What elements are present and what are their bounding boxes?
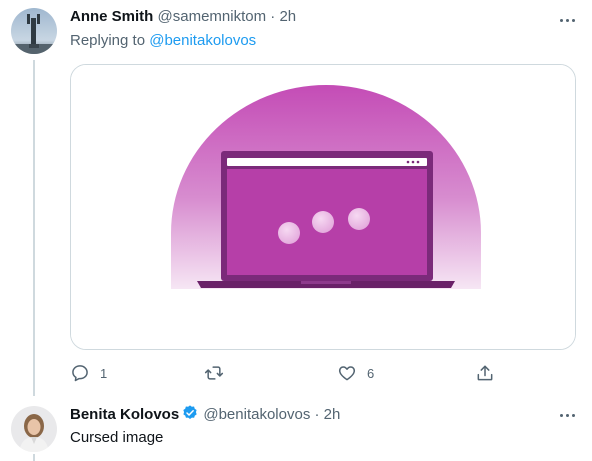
retweet-button[interactable] bbox=[204, 360, 234, 386]
loading-dot-icon bbox=[348, 208, 370, 230]
tweet1-more-options-button[interactable] bbox=[556, 9, 578, 31]
window-title-bar bbox=[227, 158, 427, 166]
tweet1-timestamp[interactable]: 2h bbox=[279, 8, 296, 25]
tweet2-more-options-button[interactable] bbox=[556, 404, 578, 426]
more-dot-icon bbox=[559, 413, 563, 417]
share-icon bbox=[477, 365, 493, 381]
verified-badge-icon bbox=[183, 405, 197, 419]
reply-icon bbox=[72, 365, 88, 382]
tweet2-text: Cursed image bbox=[70, 429, 164, 446]
share-button[interactable] bbox=[475, 360, 495, 386]
tweet1-action-bar: 1 6 bbox=[62, 360, 502, 386]
tweet2-timestamp[interactable]: 2h bbox=[324, 406, 341, 423]
more-dot-icon bbox=[565, 413, 569, 417]
tweet2-author-name[interactable]: Benita Kolovos bbox=[70, 406, 179, 423]
reply-button[interactable]: 1 bbox=[70, 360, 107, 386]
retweet-icon bbox=[204, 366, 224, 380]
loading-dot-icon bbox=[312, 211, 334, 233]
laptop-loading-illustration bbox=[71, 65, 575, 349]
tweet1-separator: · bbox=[270, 8, 276, 25]
tweet2-header: Benita Kolovos @benitakolovos · 2h bbox=[70, 404, 340, 425]
more-dot-icon bbox=[571, 18, 575, 22]
tweet2-separator: · bbox=[314, 406, 320, 423]
like-count: 6 bbox=[367, 365, 375, 381]
laptop-hinge bbox=[301, 281, 351, 284]
like-button[interactable]: 6 bbox=[337, 360, 374, 386]
more-dot-icon bbox=[571, 413, 575, 417]
window-control-dot-icon bbox=[416, 160, 420, 164]
tweet1-author-name[interactable]: Anne Smith bbox=[70, 8, 153, 25]
replying-to-prefix: Replying to bbox=[70, 32, 150, 49]
window-control-dot-icon bbox=[411, 160, 415, 164]
tweet1-author-handle[interactable]: @samemniktom bbox=[158, 8, 267, 25]
heart-icon bbox=[338, 366, 356, 381]
window-control-dot-icon bbox=[406, 160, 410, 164]
more-dot-icon bbox=[565, 18, 569, 22]
tweet1-replying-to: Replying to @benitakolovos bbox=[70, 31, 256, 51]
reply-count: 1 bbox=[100, 365, 108, 381]
thread-connector-line-bottom bbox=[33, 454, 35, 461]
thread-connector-line bbox=[33, 60, 35, 396]
loading-dot-icon bbox=[278, 222, 300, 244]
tweet1-media-card[interactable] bbox=[70, 64, 576, 350]
tweet2-author-handle[interactable]: @benitakolovos bbox=[203, 406, 310, 423]
tweet1-header: Anne Smith @samemniktom · 2h bbox=[70, 7, 296, 27]
replying-to-mention-link[interactable]: @benitakolovos bbox=[149, 32, 256, 49]
more-dot-icon bbox=[559, 18, 563, 22]
avatar-benita-kolovos[interactable] bbox=[11, 406, 57, 452]
avatar-anne-smith[interactable] bbox=[11, 8, 57, 54]
